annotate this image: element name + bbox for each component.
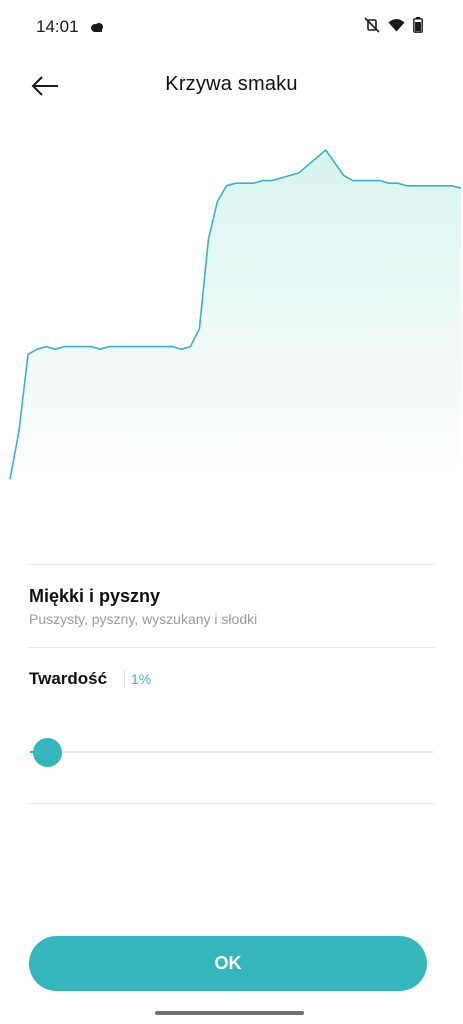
ok-button[interactable]: OK (29, 936, 427, 991)
profile-description: Puszysty, pyszny, wyszukany i słodki (29, 611, 258, 627)
home-indicator (155, 1011, 304, 1015)
profile-title: Miękki i pyszny (29, 586, 161, 606)
taste-curve-chart (0, 120, 463, 490)
divider (28, 803, 435, 804)
page-title: Krzywa smaku (165, 73, 298, 95)
cloud-icon (90, 20, 104, 32)
status-icons (364, 17, 423, 38)
hardness-value: 1% (131, 671, 152, 687)
status-bar: 14:01 (0, 0, 463, 54)
chart-area-fill (10, 150, 461, 482)
vibrate-off-icon (364, 17, 380, 38)
divider (28, 647, 435, 648)
wifi-icon (388, 18, 405, 37)
hardness-separator (124, 670, 125, 688)
divider (28, 564, 435, 565)
battery-icon (413, 17, 423, 38)
hardness-slider-thumb[interactable] (33, 738, 63, 767)
taste-curve-svg (9, 149, 462, 482)
hardness-slider-track[interactable] (30, 751, 434, 753)
app-bar: Krzywa smaku (0, 60, 463, 112)
status-time: 14:01 (36, 17, 79, 36)
hardness-label: Twardość (29, 669, 108, 688)
